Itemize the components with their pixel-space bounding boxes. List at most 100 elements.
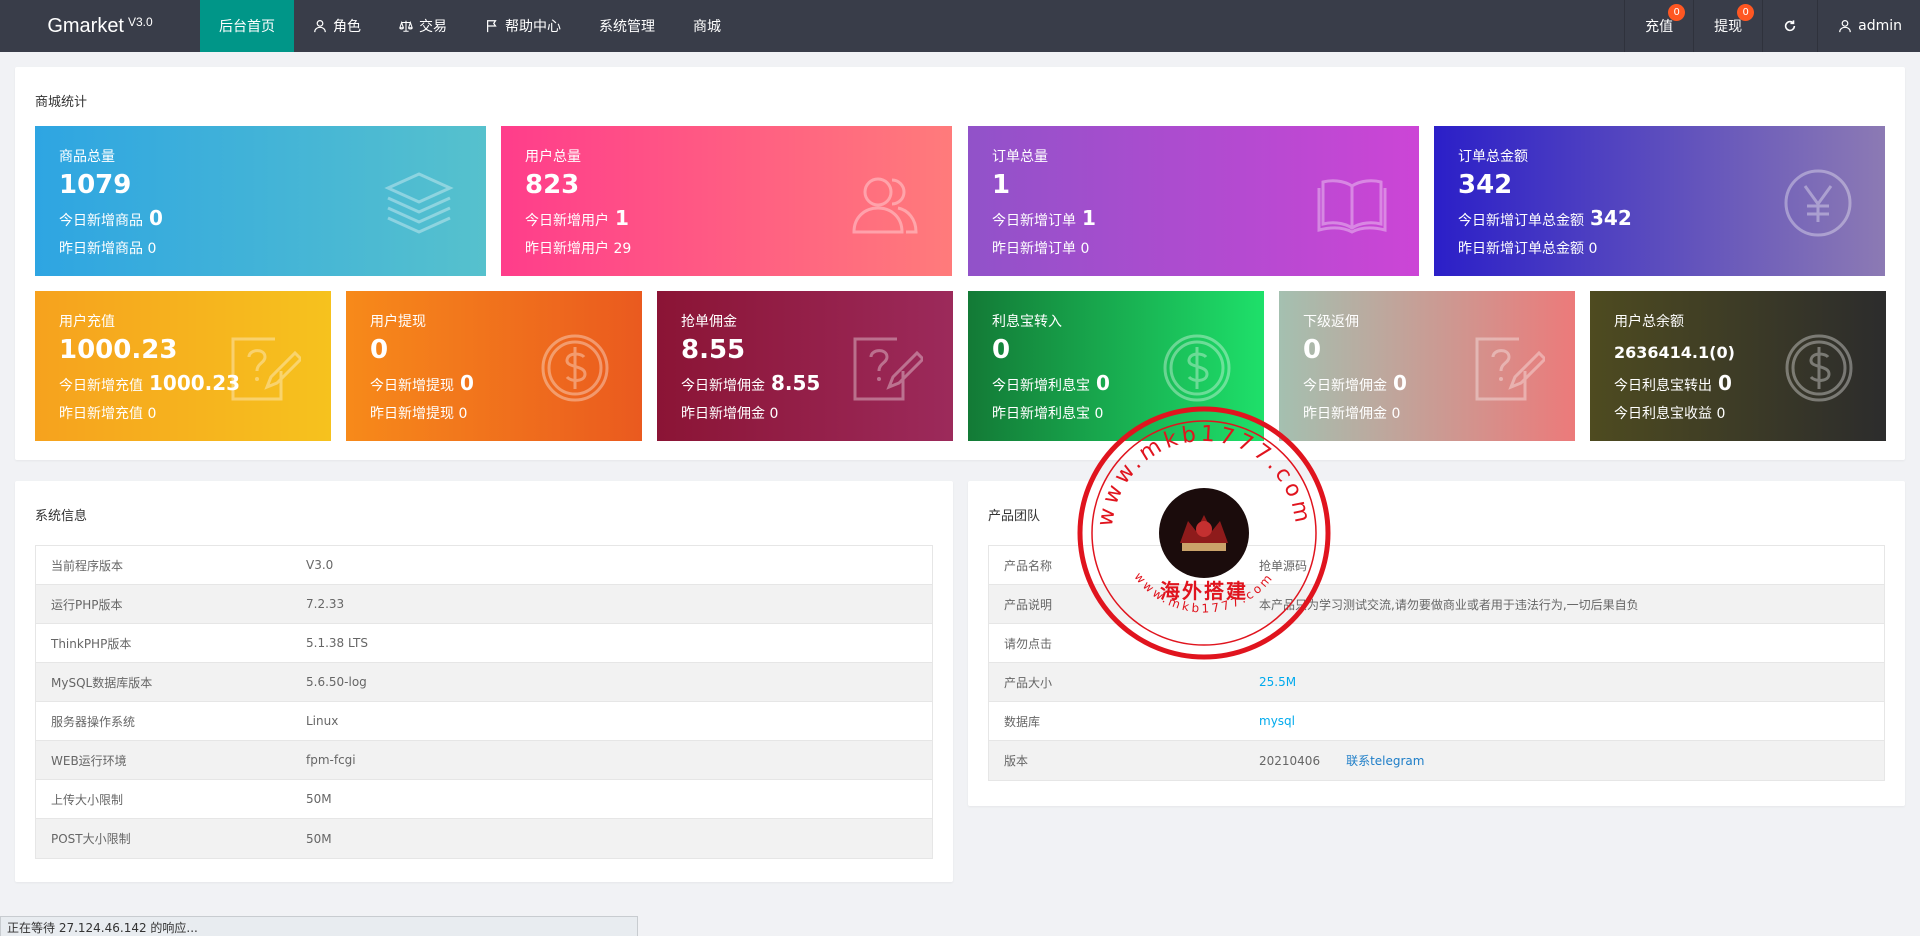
nav-roles-label: 角色 xyxy=(333,19,361,35)
stat-card-title: 利息宝转入 xyxy=(992,314,1062,330)
stat-card-yesterday: 昨日新增佣金 0 xyxy=(681,403,778,423)
stat-card-title: 商品总量 xyxy=(59,149,115,165)
stat-card-today-value: 342 xyxy=(1590,206,1632,230)
user-icon xyxy=(314,19,326,33)
stat-card: 抢单佣金 8.55 今日新增佣金 8.55 昨日新增佣金 0 xyxy=(657,291,953,441)
nav-mall[interactable]: 商城 xyxy=(674,0,740,52)
table-cell-value: V3.0 xyxy=(306,558,334,572)
table-cell-key: WEB运行环境 xyxy=(51,753,127,768)
table-cell: 本产品只为学习测试交流,请勿要做商业或者用于违法行为,一切后果自负 xyxy=(1259,596,1884,613)
table-cell: fpm-fcgi xyxy=(306,753,932,767)
stat-card-total: 2636414.1(0) xyxy=(1614,343,1735,362)
stat-card: 用户充值 1000.23 今日新增充值 1000.23 昨日新增充值 0 xyxy=(35,291,331,441)
stat-card-total: 0 xyxy=(992,335,1011,365)
table-cell-key: 当前程序版本 xyxy=(51,558,124,573)
scale-icon xyxy=(399,20,413,32)
stat-card-yest-value: 0 xyxy=(1391,406,1401,422)
stat-card-today: 今日新增利息宝 0 xyxy=(992,371,1110,395)
table-row: MySQL数据库版本 5.6.50-log xyxy=(36,663,932,702)
stat-card-total: 1079 xyxy=(59,170,132,200)
browser-status-bar: 正在等待 27.124.46.142 的响应... xyxy=(0,916,638,936)
recharge-button[interactable]: 充值 0 xyxy=(1624,0,1693,52)
svg-text:海外搭建: 海外搭建 xyxy=(1160,579,1248,603)
question-edit-icon xyxy=(849,331,926,405)
stat-card-yesterday: 昨日新增商品 0 xyxy=(59,238,156,258)
stat-card-today: 今日新增商品 0 xyxy=(59,206,163,230)
stat-card-yest-value: 29 xyxy=(613,241,632,257)
table-cell: 5.6.50-log xyxy=(306,675,932,689)
nav-help[interactable]: 帮助中心 xyxy=(466,0,580,52)
layers-icon xyxy=(382,166,456,240)
stat-card-yest-label: 昨日新增订单 xyxy=(992,241,1076,257)
stat-card-total: 0 xyxy=(1303,335,1322,365)
recharge-label: 充值 xyxy=(1645,19,1674,35)
stat-card: 用户提现 0 今日新增提现 0 昨日新增提现 0 xyxy=(346,291,642,441)
stat-card-today-label: 今日新增商品 xyxy=(59,213,143,229)
stat-card-today-value: 1 xyxy=(615,206,629,230)
table-cell-link[interactable]: 25.5M xyxy=(1259,675,1296,689)
table-row: 运行PHP版本 7.2.33 xyxy=(36,585,932,624)
table-row: 上传大小限制 50M xyxy=(36,780,932,819)
stat-card-title: 订单总量 xyxy=(992,149,1048,165)
refresh-button[interactable] xyxy=(1762,0,1817,52)
nav-roles[interactable]: 角色 xyxy=(294,0,380,52)
table-cell-key: 运行PHP版本 xyxy=(51,597,123,612)
stat-card-title: 用户充值 xyxy=(59,314,115,330)
app-version: V3.0 xyxy=(128,15,153,29)
table-cell-key: 服务器操作系统 xyxy=(51,714,136,729)
stat-card-today: 今日利息宝转出 0 xyxy=(1614,371,1732,395)
flag-icon xyxy=(487,20,497,33)
watermark-stamp: www.mkb1777.com www.mkb1777.com 海外搭建 xyxy=(1077,406,1331,660)
table-row: 数据库 mysql xyxy=(989,702,1884,741)
table-cell-value: 50M xyxy=(306,792,332,806)
nav-trade[interactable]: 交易 xyxy=(380,0,466,52)
stat-card-today: 今日新增订单 1 xyxy=(992,206,1096,230)
stat-card-yest-value: 0 xyxy=(147,241,157,257)
nav-system[interactable]: 系统管理 xyxy=(580,0,674,52)
table-cell: 50M xyxy=(306,792,932,806)
stat-card-yest-value: 0 xyxy=(1716,406,1726,422)
stat-card-today-label: 今日利息宝转出 xyxy=(1614,378,1712,394)
table-cell-key: POST大小限制 xyxy=(51,832,131,846)
refresh-icon xyxy=(1784,20,1796,32)
stat-card-today-value: 0 xyxy=(1393,371,1407,395)
stat-card-yest-label: 昨日新增佣金 xyxy=(681,406,765,422)
dollar-icon xyxy=(1160,331,1234,405)
table-cell: 抢单源码 xyxy=(1259,557,1884,574)
sysinfo-panel: 系统信息 当前程序版本 V3.0 运行PHP版本 7.2.33 ThinkPHP版本 5.… xyxy=(15,481,953,882)
stat-card-total: 8.55 xyxy=(681,335,746,365)
stat-card-total: 342 xyxy=(1458,170,1513,200)
table-row: WEB运行环境 fpm-fcgi xyxy=(36,741,932,780)
table-cell-link[interactable]: mysql xyxy=(1259,714,1295,728)
table-row: 产品大小 25.5M xyxy=(989,663,1884,702)
stat-card-yest-label: 昨日新增提现 xyxy=(370,406,454,422)
stat-card-today: 今日新增佣金 0 xyxy=(1303,371,1407,395)
stat-card-yest-value: 0 xyxy=(458,406,468,422)
contact-telegram-link[interactable]: 联系telegram xyxy=(1346,754,1424,768)
stat-card-yest-label: 昨日新增充值 xyxy=(59,406,143,422)
sysinfo-title: 系统信息 xyxy=(35,509,88,524)
nav-mall-label: 商城 xyxy=(693,19,721,35)
yen-icon xyxy=(1781,166,1855,240)
stat-card-yesterday: 昨日新增提现 0 xyxy=(370,403,467,423)
table-cell: 25.5M xyxy=(1259,675,1884,689)
withdraw-button[interactable]: 提现 0 xyxy=(1693,0,1762,52)
nav-trade-label: 交易 xyxy=(419,19,447,35)
stat-card-yest-value: 0 xyxy=(769,406,779,422)
question-edit-icon xyxy=(227,331,304,405)
stat-card-total: 823 xyxy=(525,170,580,200)
stat-card: 商品总量 1079 今日新增商品 0 昨日新增商品 0 xyxy=(35,126,486,276)
team-title: 产品团队 xyxy=(988,509,1041,524)
table-cell: Linux xyxy=(306,714,932,728)
stat-card: 用户总量 823 今日新增用户 1 昨日新增用户 29 xyxy=(501,126,952,276)
stat-card-today-label: 今日新增订单总金额 xyxy=(1458,213,1584,229)
nav-home[interactable]: 后台首页 xyxy=(200,0,294,52)
app-logo[interactable]: Gmarket V3.0 xyxy=(0,0,200,52)
stat-card-title: 用户总余额 xyxy=(1614,314,1684,330)
stat-card-yesterday: 昨日新增订单 0 xyxy=(992,238,1089,258)
user-menu[interactable]: admin xyxy=(1817,0,1920,52)
table-row: 当前程序版本 V3.0 xyxy=(36,546,932,585)
table-cell-value: 50M xyxy=(306,831,332,846)
stat-card-today-label: 今日新增提现 xyxy=(370,378,454,394)
table-row: ThinkPHP版本 5.1.38 LTS xyxy=(36,624,932,663)
